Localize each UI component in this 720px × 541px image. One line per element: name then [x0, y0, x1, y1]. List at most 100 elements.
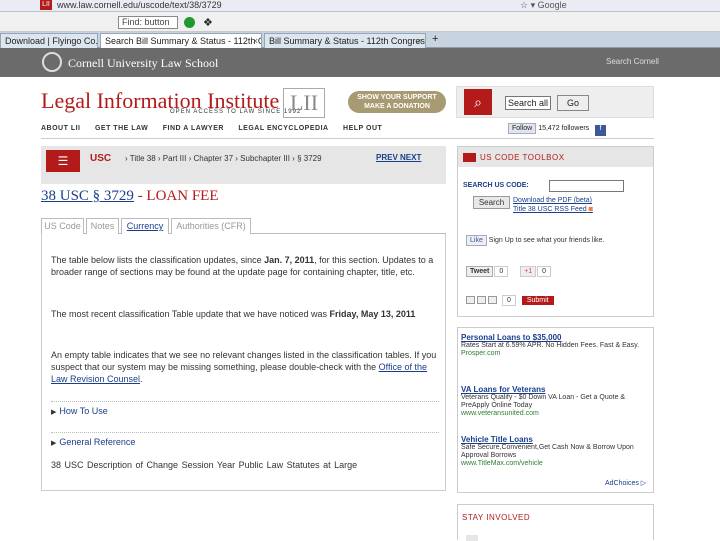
- ad-item[interactable]: Vehicle Title Loans Safe Secure,Convenie…: [461, 436, 651, 468]
- share-icon[interactable]: [488, 296, 497, 305]
- how-to-use-toggle[interactable]: ▶ How To Use: [51, 401, 439, 419]
- ad-headline[interactable]: VA Loans for Veterans: [461, 386, 651, 394]
- us-code-search-button[interactable]: Search: [473, 196, 510, 209]
- us-code-toolbox: US CODE TOOLBOX SEARCH US CODE: Search D…: [457, 146, 654, 317]
- nav-find-lawyer[interactable]: FIND A LAWYER: [163, 125, 224, 132]
- find-bar: Find: button ❖: [0, 12, 720, 32]
- share-row: Tweet 0 +1 0: [466, 266, 552, 277]
- ad-description: Veterans Qualify - $0 Down VA Loan - Get…: [461, 394, 626, 409]
- ad-item[interactable]: VA Loans for Veterans Veterans Qualify -…: [461, 386, 651, 418]
- bookmark-icon[interactable]: ❖: [203, 16, 213, 29]
- twitter-follow-button[interactable]: Follow: [508, 123, 537, 134]
- new-tab-button[interactable]: +: [432, 33, 438, 45]
- follower-count: 15,472 followers: [538, 125, 590, 132]
- triangle-icon: ▶: [51, 409, 57, 416]
- lii-mark: LII: [283, 88, 325, 118]
- us-code-search-input[interactable]: [549, 180, 624, 192]
- toolbox-header: US CODE TOOLBOX: [458, 147, 653, 167]
- email-icon[interactable]: [466, 296, 475, 305]
- triangle-icon: ▶: [51, 440, 57, 447]
- url-text[interactable]: www.law.cornell.edu/uscode/text/38/3729: [57, 0, 457, 11]
- ad-description: Rates Start at 6.59% APR. No Hidden Fees…: [461, 342, 640, 349]
- search-input[interactable]: Search all of LII: [505, 96, 551, 110]
- ads-panel: Personal Loans to $35,000 Rates Start at…: [457, 327, 654, 493]
- lii-tagline: OPEN ACCESS TO LAW SINCE 1992: [170, 109, 302, 115]
- cornell-header: Cornell University Law School Search Cor…: [0, 48, 720, 77]
- google-search-label[interactable]: Google: [538, 0, 567, 10]
- toolbox-title: US CODE TOOLBOX: [480, 153, 565, 162]
- ad-url[interactable]: Prosper.com: [461, 350, 651, 358]
- plus-count: 0: [537, 266, 552, 277]
- search-cornell-link[interactable]: Search Cornell: [606, 57, 659, 66]
- google-plus-button[interactable]: +1: [520, 266, 537, 277]
- pdf-links: Download the PDF (beta) Title 38 USC RSS…: [513, 196, 593, 214]
- tweet-button[interactable]: Tweet: [466, 266, 494, 277]
- browser-tab-2[interactable]: Search Bill Summary & Status - 112th Co.…: [100, 33, 262, 48]
- general-reference-toggle[interactable]: ▶ General Reference: [51, 432, 439, 450]
- breadcrumb: ☰ USC › Title 38 › Part III › Chapter 37…: [41, 146, 446, 184]
- main-nav: ABOUT LII GET THE LAW FIND A LAWYER LEGA…: [41, 125, 394, 132]
- site-favicon-icon: LII: [40, 0, 52, 10]
- paragraph-1: The table below lists the classification…: [51, 255, 434, 277]
- site-search: ⌕ Search all of LII Go: [456, 86, 654, 118]
- school-name[interactable]: Cornell University Law School: [68, 56, 218, 71]
- nav-get-the-law[interactable]: GET THE LAW: [95, 125, 148, 132]
- close-icon[interactable]: ×: [417, 35, 422, 47]
- close-icon[interactable]: ×: [253, 35, 258, 47]
- address-bar[interactable]: LII www.law.cornell.edu/uscode/text/38/3…: [0, 0, 720, 12]
- search-icon: ⌕: [464, 89, 492, 115]
- tab-authorities[interactable]: Authorities (CFR): [171, 218, 251, 234]
- facebook-like-row: Like Sign Up to see what your friends li…: [466, 235, 648, 246]
- stay-involved-box: STAY INVOLVED: [457, 504, 654, 541]
- share-count: 0: [501, 295, 516, 306]
- prev-next-links[interactable]: PREV NEXT: [376, 153, 421, 162]
- facebook-icon[interactable]: f: [595, 125, 607, 136]
- usc-label[interactable]: USC: [90, 153, 111, 164]
- print-icon[interactable]: [477, 296, 486, 305]
- menu-icon[interactable]: ☰: [46, 150, 80, 172]
- paragraph-2: The most recent classification Table upd…: [51, 309, 416, 319]
- nav-about[interactable]: ABOUT LII: [41, 125, 81, 132]
- cornell-seal-icon: [42, 52, 62, 72]
- email-print-row: 0 Submit: [466, 295, 554, 306]
- nav-help-out[interactable]: HELP OUT: [343, 125, 382, 132]
- paragraph-3: An empty table indicates that we see no …: [51, 350, 437, 384]
- rss-feed-link[interactable]: Title 38 USC RSS Feed ◙: [513, 205, 593, 214]
- ad-item[interactable]: Personal Loans to $35,000 Rates Start at…: [461, 334, 651, 358]
- go-button[interactable]: Go: [557, 95, 589, 111]
- facebook-signup-text[interactable]: Sign Up to see what your friends like.: [489, 237, 605, 244]
- tab-notes[interactable]: Notes: [86, 218, 119, 234]
- content-tabs: US Code Notes Currency Authorities (CFR): [41, 218, 446, 234]
- ad-headline[interactable]: Personal Loans to $35,000: [461, 334, 651, 342]
- tab-us-code[interactable]: US Code: [41, 218, 84, 234]
- download-pdf-link[interactable]: Download the PDF (beta): [513, 196, 593, 205]
- browser-toolbar-right: ☆ ▾ Google: [520, 0, 567, 10]
- toolbox-icon: [463, 153, 476, 162]
- facebook-like-button[interactable]: Like: [466, 235, 487, 246]
- search-us-code-label: SEARCH US CODE:: [463, 182, 529, 189]
- stay-involved-title: STAY INVOLVED: [462, 513, 531, 522]
- stay-involved-icon: [466, 535, 478, 541]
- breadcrumb-path[interactable]: › Title 38 › Part III › Chapter 37 › Sub…: [125, 153, 375, 164]
- social-follow: Follow 15,472 followers f: [508, 123, 654, 137]
- currency-panel: The table below lists the classification…: [41, 234, 446, 491]
- browser-tab-1[interactable]: Download | Flyingo Co...: [0, 33, 98, 48]
- submit-button[interactable]: Submit: [521, 295, 554, 305]
- donate-button[interactable]: SHOW YOUR SUPPORT MAKE A DONATION: [348, 91, 446, 113]
- browser-tab-3[interactable]: Bill Summary & Status - 112th Congress (…: [264, 33, 426, 48]
- nav-encyclopedia[interactable]: LEGAL ENCYCLOPEDIA: [238, 125, 328, 132]
- ad-headline[interactable]: Vehicle Title Loans: [461, 436, 651, 444]
- divider: [41, 138, 654, 139]
- table-header: 38 USC Description of Change Session Yea…: [51, 460, 358, 470]
- adchoices-link[interactable]: AdChoices ▷: [605, 480, 646, 488]
- page-title: 38 USC § 3729 - LOAN FEE: [41, 188, 219, 204]
- ad-url[interactable]: www.TitleMax.com/vehicle: [461, 460, 651, 468]
- rss-icon: ◙: [588, 206, 593, 213]
- status-green-icon: [184, 17, 195, 28]
- browser-tabs: Download | Flyingo Co... Search Bill Sum…: [0, 32, 720, 48]
- ad-url[interactable]: www.veteransunited.com: [461, 410, 651, 418]
- section-link[interactable]: 38 USC § 3729: [41, 188, 134, 204]
- tab-currency[interactable]: Currency: [121, 218, 169, 234]
- ad-description: Safe Secure,Convenient,Get Cash Now & Bo…: [461, 444, 634, 459]
- tweet-count: 0: [494, 266, 509, 277]
